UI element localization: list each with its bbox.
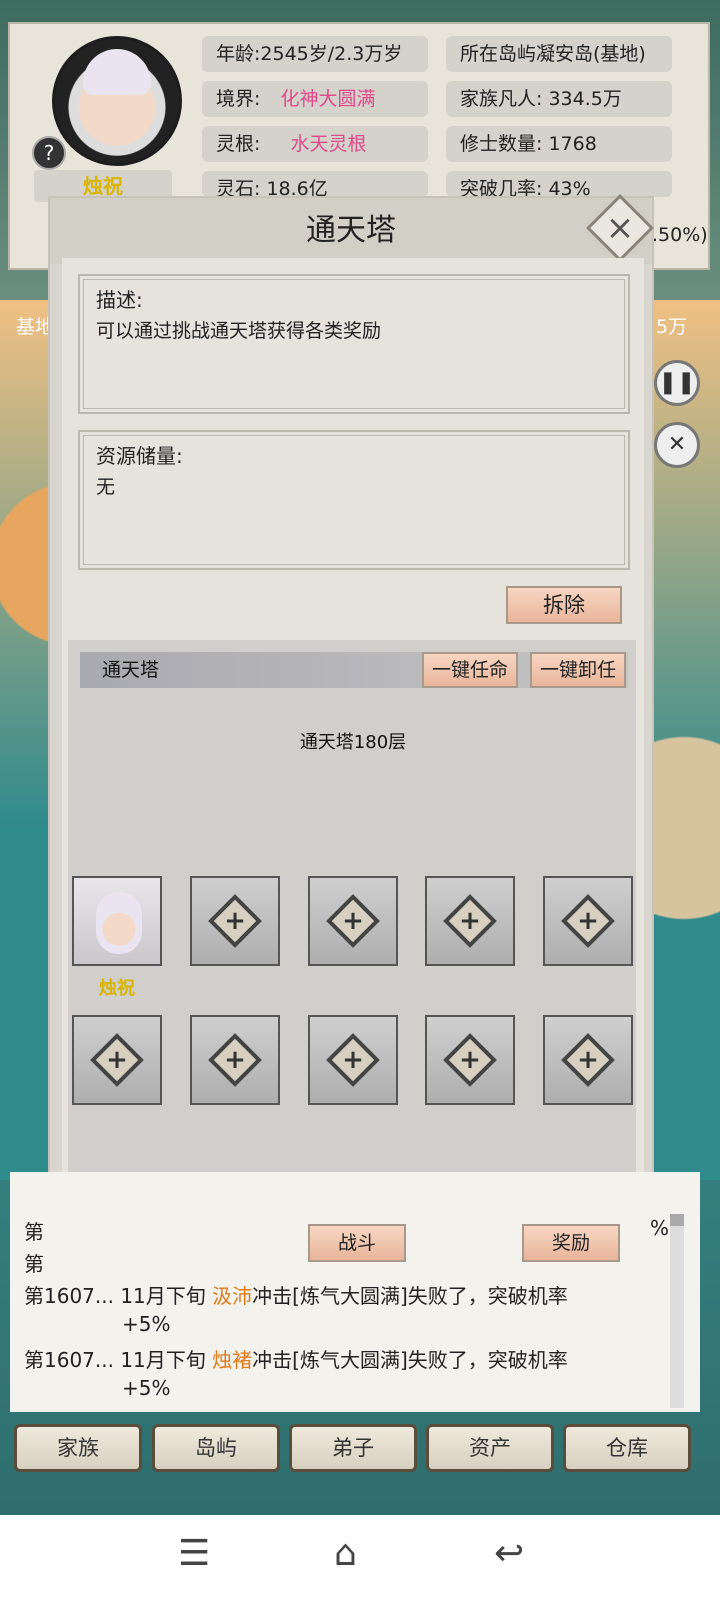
- back-icon[interactable]: ↩: [494, 1533, 524, 1574]
- nav-family[interactable]: 家族: [14, 1424, 142, 1472]
- appoint-all-button[interactable]: 一键任命: [422, 652, 518, 688]
- resource-box: 资源储量: 无: [78, 430, 630, 570]
- help-icon[interactable]: ?: [32, 136, 66, 170]
- log-entry: 第1607... 11月下旬 烛褚冲击[炼气大圆满]失败了，突破机率: [24, 1344, 568, 1373]
- log-entry: 第1607... 11月下旬 汲沛冲击[炼气大圆满]失败了，突破机率: [24, 1280, 568, 1309]
- empty-slot[interactable]: +: [72, 1015, 162, 1105]
- log-person[interactable]: 烛褚: [212, 1348, 252, 1372]
- island-stat: 所在岛屿凝安岛(基地): [446, 36, 672, 72]
- add-icon: +: [577, 906, 599, 936]
- partial-percent: .50%): [652, 224, 708, 246]
- pause-icon[interactable]: ❚❚: [654, 360, 700, 406]
- description-box: 描述: 可以通过挑战通天塔获得各类奖励: [78, 274, 630, 414]
- home-icon[interactable]: ⌂: [334, 1533, 357, 1574]
- dismiss-all-button[interactable]: 一键卸任: [530, 652, 626, 688]
- empty-slot[interactable]: +: [190, 1015, 280, 1105]
- log-scrollbar[interactable]: [670, 1214, 684, 1408]
- building-name: 通天塔: [102, 659, 160, 681]
- empty-slot[interactable]: +: [425, 1015, 515, 1105]
- log-text: 冲击[炼气大圆满]失败了，突破机率: [252, 1348, 568, 1372]
- spirit-root-value: 水天灵根: [290, 133, 367, 155]
- close-icon: ×: [605, 208, 635, 248]
- nav-islands[interactable]: 岛屿: [152, 1424, 280, 1472]
- nav-warehouse[interactable]: 仓库: [563, 1424, 691, 1472]
- count-tag: 5万: [656, 316, 688, 338]
- log-person[interactable]: 汲沛: [212, 1284, 252, 1308]
- spirit-root-label: 灵根:: [216, 133, 261, 155]
- character-avatar[interactable]: [52, 36, 182, 166]
- description-label: 描述:: [96, 288, 143, 312]
- empty-slot[interactable]: +: [308, 876, 398, 966]
- assigned-disciple-slot[interactable]: [72, 876, 162, 966]
- system-nav-bar: ☰ ⌂ ↩: [0, 1515, 720, 1600]
- log-prefix: 第1607... 11月下旬: [24, 1284, 213, 1308]
- nav-assets[interactable]: 资产: [426, 1424, 554, 1472]
- add-icon: +: [106, 1045, 128, 1075]
- fight-button[interactable]: 战斗: [308, 1224, 406, 1262]
- empty-slot[interactable]: +: [190, 876, 280, 966]
- resource-text: 无: [96, 476, 116, 498]
- add-icon: +: [224, 1045, 246, 1075]
- breakthrough-stat: 突破几率: 43%: [446, 171, 672, 197]
- realm-label: 境界:: [216, 88, 261, 110]
- tower-floor: 通天塔180层: [299, 732, 407, 753]
- empty-slot[interactable]: +: [308, 1015, 398, 1105]
- cultivators-stat: 修士数量: 1768: [446, 126, 672, 162]
- mortals-stat: 家族凡人: 334.5万: [446, 81, 672, 117]
- log-stub-percent: %: [650, 1216, 670, 1240]
- add-icon: +: [342, 1045, 364, 1075]
- empty-slot[interactable]: +: [425, 876, 515, 966]
- disciple-portrait: [96, 892, 142, 954]
- add-icon: +: [459, 1045, 481, 1075]
- log-entry-cont: +5%: [122, 1312, 171, 1336]
- cancel-icon[interactable]: ✕: [654, 422, 700, 468]
- log-entry-cont: +5%: [122, 1376, 171, 1400]
- realm-value: 化神大圆满: [280, 88, 376, 110]
- add-icon: +: [224, 906, 246, 936]
- log-prefix: 第1607... 11月下旬: [24, 1348, 213, 1372]
- menu-icon[interactable]: ☰: [178, 1533, 210, 1574]
- empty-slot[interactable]: +: [543, 1015, 633, 1105]
- realm-stat: 境界: 化神大圆满: [202, 81, 428, 117]
- description-text: 可以通过挑战通天塔获得各类奖励: [96, 320, 382, 342]
- add-icon: +: [577, 1045, 599, 1075]
- nav-disciples[interactable]: 弟子: [289, 1424, 417, 1472]
- empty-slot[interactable]: +: [543, 876, 633, 966]
- spirit-root-stat: 灵根: 水天灵根: [202, 126, 428, 162]
- resource-label: 资源储量:: [96, 444, 183, 468]
- add-icon: +: [342, 906, 364, 936]
- age-stat: 年龄:2545岁/2.3万岁: [202, 36, 428, 72]
- slot-disciple-name: 烛祝: [99, 978, 135, 999]
- demolish-button[interactable]: 拆除: [506, 586, 622, 624]
- add-icon: +: [459, 906, 481, 936]
- log-stub: 第: [24, 1220, 44, 1244]
- dialog-title: 通天塔: [50, 198, 652, 264]
- log-stub: 第: [24, 1252, 44, 1276]
- log-text: 冲击[炼气大圆满]失败了，突破机率: [252, 1284, 568, 1308]
- reward-button[interactable]: 奖励: [522, 1224, 620, 1262]
- spirit-stone-stat: 灵石: 18.6亿: [202, 171, 428, 197]
